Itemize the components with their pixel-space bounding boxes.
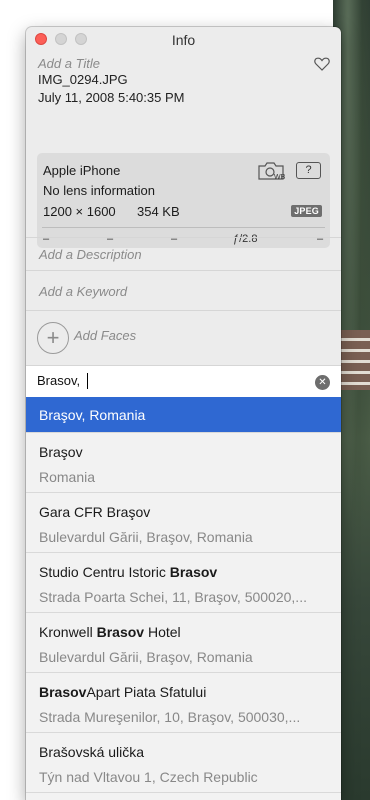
file-size: 354 KB xyxy=(137,204,180,219)
suggestion-item[interactable]: Braşov, Romania xyxy=(26,397,341,433)
suggestion-item[interactable]: Studio Centru Istoric Brasov Strada Poar… xyxy=(26,553,341,613)
match-highlight: Brasov xyxy=(169,564,218,580)
keyword-placeholder: Add a Keyword xyxy=(39,284,128,299)
match-highlight: Brasov xyxy=(39,684,87,700)
window-title: Info xyxy=(171,32,196,48)
suggestion-title: Studio Centru Istoric Brasov xyxy=(39,564,218,580)
suggestion-title: Braşov xyxy=(39,444,83,460)
keyword-field[interactable]: Add a Keyword xyxy=(26,270,341,310)
suggestion-subtitle: Bulevardul Gării, Braşov, Romania xyxy=(39,649,253,665)
suggestion-title: Brašovská ulička xyxy=(39,744,145,760)
suggestion-title: Gara CFR Braşov xyxy=(39,504,151,520)
suggestion-title: Kronwell Brasov Hotel xyxy=(39,624,181,640)
suggestion-subtitle: Strada Mureşenilor, 10, Braşov, 500030,.… xyxy=(39,709,301,725)
title-field[interactable]: Add a Title xyxy=(38,56,329,71)
camera-model: Apple iPhone xyxy=(43,163,121,178)
suggestion-subtitle: Bulevardul Gării, Braşov, Romania xyxy=(39,529,253,545)
help-icon: ? xyxy=(296,162,321,179)
add-faces-row[interactable]: + Add Faces xyxy=(26,310,341,365)
location-suggestions: Braşov, Romania Braşov Romania Gara CFR … xyxy=(26,397,341,800)
suggestion-item[interactable]: Kronwell Brasov Hotel Bulevardul Gării, … xyxy=(26,613,341,673)
suggestion-subtitle: Romania xyxy=(39,469,96,485)
lens-info: No lens information xyxy=(43,183,155,198)
suggestion-item[interactable]: Brašovská ulička Týn nad Vltavou 1, Czec… xyxy=(26,733,341,793)
heart-icon[interactable] xyxy=(314,57,330,71)
suggestion-subtitle: Týn nad Vltavou 1, Czech Republic xyxy=(39,769,258,785)
exif-divider xyxy=(42,227,325,228)
location-search[interactable]: ✕ xyxy=(26,365,341,397)
white-balance-camera-icon: WB xyxy=(258,162,285,181)
clear-icon[interactable]: ✕ xyxy=(315,375,330,390)
date-time[interactable]: July 11, 2008 5:40:35 PM xyxy=(38,89,329,107)
camera-info-box: Apple iPhone No lens information 1200 × … xyxy=(37,153,330,248)
location-input[interactable] xyxy=(37,373,297,388)
text-cursor xyxy=(87,373,88,389)
suggestion-item[interactable]: Gara CFR Braşov Bulevardul Gării, Braşov… xyxy=(26,493,341,553)
photo-header: Add a Title IMG_0294.JPG July 11, 2008 5… xyxy=(26,53,341,248)
suggestion-item[interactable]: BrasovApart Piata Sfatului Strada Mureşe… xyxy=(26,673,341,733)
suggestion-subtitle: Strada Poarta Schei, 11, Braşov, 500020,… xyxy=(39,589,307,605)
title-bar: Info xyxy=(26,27,341,53)
description-placeholder: Add a Description xyxy=(39,247,142,262)
add-faces-icon[interactable]: + xyxy=(37,322,69,354)
suggestion-title: BrasovApart Piata Sfatului xyxy=(39,684,207,700)
info-panel: Info Add a Title IMG_0294.JPG July 11, 2… xyxy=(26,27,341,800)
suggestion-item[interactable]: Braşov Romania xyxy=(26,433,341,493)
filename: IMG_0294.JPG xyxy=(38,72,128,87)
suggestion-title: Braşov, Romania xyxy=(39,407,146,423)
resolution: 1200 × 1600 xyxy=(43,204,116,219)
add-faces-label: Add Faces xyxy=(74,328,137,343)
svg-text:WB: WB xyxy=(274,174,285,181)
format-badge: JPEG xyxy=(291,205,322,217)
description-field[interactable]: Add a Description xyxy=(26,237,341,270)
match-highlight: Brasov xyxy=(96,624,145,640)
